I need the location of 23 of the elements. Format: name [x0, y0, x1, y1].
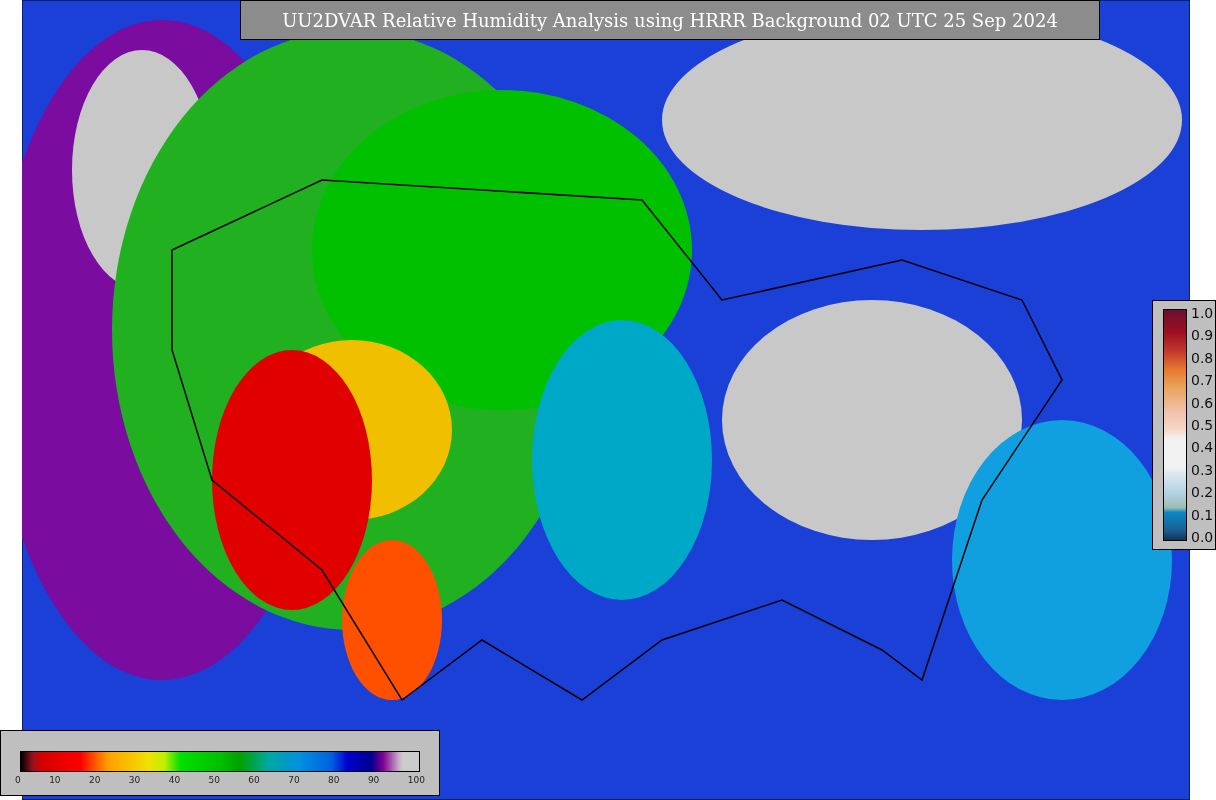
- tick-label: 1.0: [1191, 305, 1214, 321]
- tick-label: 10: [49, 775, 61, 785]
- tick-label: 0.7: [1191, 372, 1214, 389]
- tick-label: 0.5: [1191, 416, 1214, 433]
- tick-label: 0.9: [1191, 327, 1214, 344]
- tick-label: 100: [407, 775, 425, 785]
- tick-label: 80: [328, 775, 340, 785]
- map-title: UU2DVAR Relative Humidity Analysis using HRRR Background 02 UTC 25 Sep 2024: [240, 0, 1100, 40]
- tick-label: 0.0: [1191, 528, 1214, 545]
- tick-label: 0: [15, 775, 21, 785]
- tick-label: 0.8: [1191, 349, 1214, 366]
- tick-label: 40: [168, 775, 181, 785]
- tick-label: 0.3: [1191, 461, 1214, 478]
- tick-label: 0.1: [1191, 506, 1214, 523]
- tick-label: 0.6: [1191, 394, 1214, 411]
- tick-label: 70: [288, 775, 300, 785]
- tick-label: 90: [367, 775, 380, 785]
- tick-label: 30: [128, 775, 141, 785]
- tick-label: 20: [88, 775, 101, 785]
- tick-label: 60: [248, 775, 260, 785]
- tick-label: 0.2: [1191, 484, 1214, 501]
- tick-label: 0.4: [1191, 439, 1214, 456]
- tick-label: 50: [208, 775, 220, 785]
